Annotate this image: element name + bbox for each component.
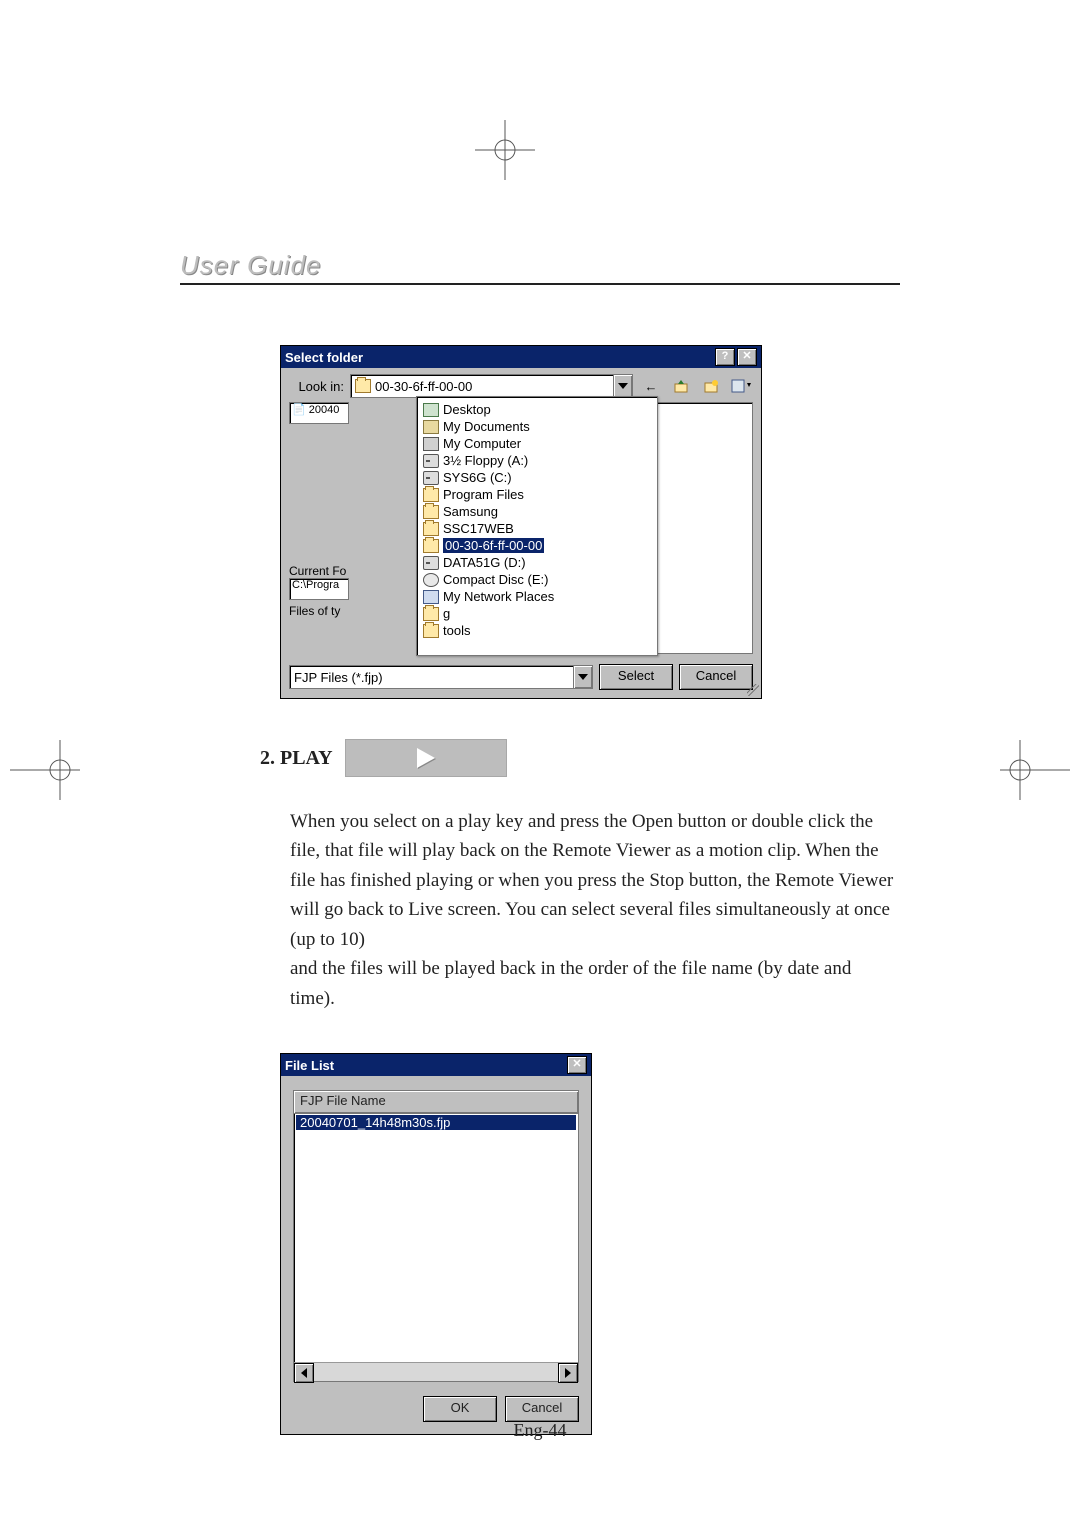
desk-icon [423, 403, 439, 417]
tree-node[interactable]: 00-30-6f-ff-00-00 [417, 537, 657, 554]
tree-node-label: 00-30-6f-ff-00-00 [443, 538, 544, 553]
file-type-value: FJP Files (*.fjp) [294, 670, 383, 685]
tree-node[interactable]: g [417, 605, 657, 622]
drive-icon [423, 454, 439, 468]
folder-icon [423, 488, 439, 502]
tree-node-label: Desktop [443, 402, 491, 417]
drive-icon [423, 556, 439, 570]
select-folder-title: Select folder [285, 350, 363, 365]
chevron-right-icon [565, 1368, 571, 1378]
close-button[interactable]: ✕ [737, 348, 757, 366]
cancel-button[interactable]: Cancel [505, 1396, 579, 1422]
tree-node-label: Program Files [443, 487, 524, 502]
folder-icon [423, 505, 439, 519]
folder-icon [355, 379, 371, 393]
chevron-down-icon [618, 383, 628, 389]
crop-mark-top [475, 120, 535, 180]
tree-node-label: g [443, 606, 450, 621]
file-list-title: File List [285, 1058, 334, 1073]
tree-node[interactable]: My Network Places [417, 588, 657, 605]
look-in-value: 00-30-6f-ff-00-00 [375, 379, 472, 394]
crop-mark-left [10, 740, 80, 800]
tree-node-label: SYS6G (C:) [443, 470, 512, 485]
folder-icon [423, 522, 439, 536]
tree-node-label: SSC17WEB [443, 521, 514, 536]
tree-node-label: Samsung [443, 504, 498, 519]
comp-icon [423, 437, 439, 451]
files-of-type-label: Files of ty [289, 604, 347, 618]
folder-icon [423, 539, 439, 553]
chevron-left-icon [301, 1368, 307, 1378]
tree-node-label: DATA51G (D:) [443, 555, 526, 570]
list-item[interactable]: 20040701_14h48m30s.fjp [296, 1115, 576, 1130]
folder-icon [423, 624, 439, 638]
tree-node[interactable]: My Documents [417, 418, 657, 435]
current-folder-label: Current Fo [289, 564, 347, 578]
cancel-button[interactable]: Cancel [679, 664, 753, 690]
tree-node[interactable]: SSC17WEB [417, 520, 657, 537]
header-rule [180, 283, 900, 285]
new-folder-icon[interactable] [699, 374, 723, 398]
file-list-column-header[interactable]: FJP File Name [294, 1091, 578, 1114]
file-list-box[interactable]: FJP File Name 20040701_14h48m30s.fjp [293, 1090, 579, 1382]
resize-grip-icon[interactable] [747, 684, 759, 696]
folder-icon [423, 607, 439, 621]
file-list-dialog: File List ✕ FJP File Name 20040701_14h48… [280, 1053, 592, 1435]
docs-icon [423, 420, 439, 434]
body-paragraph-2: and the files will be played back in the… [290, 958, 851, 1008]
ok-button[interactable]: OK [423, 1396, 497, 1422]
body-paragraph-1: When you select on a play key and press … [290, 811, 893, 950]
tree-node-label: My Network Places [443, 589, 554, 604]
net-icon [423, 590, 439, 604]
tree-node[interactable]: Compact Disc (E:) [417, 571, 657, 588]
horizontal-scrollbar[interactable] [294, 1362, 578, 1381]
tree-node[interactable]: Program Files [417, 486, 657, 503]
page-number: Eng-44 [180, 1420, 900, 1441]
cd-icon [423, 573, 439, 587]
close-button[interactable]: ✕ [567, 1056, 587, 1074]
select-button[interactable]: Select [599, 664, 673, 690]
tree-node[interactable]: SYS6G (C:) [417, 469, 657, 486]
look-in-tree-dropdown[interactable]: Desktop My Documents My Computer 3½ Floppy … [416, 396, 658, 656]
drive-icon [423, 471, 439, 485]
current-folder-field[interactable]: C:\Progra [289, 578, 349, 600]
tree-node[interactable]: Desktop [417, 401, 657, 418]
look-in-combo[interactable]: 00-30-6f-ff-00-00 [350, 374, 633, 398]
scroll-left-button[interactable] [294, 1363, 314, 1383]
section-heading: 2. PLAY [260, 747, 333, 770]
chevron-down-icon [578, 674, 588, 680]
play-icon [417, 748, 435, 768]
back-icon[interactable]: ← [639, 374, 663, 398]
up-one-level-icon[interactable] [669, 374, 693, 398]
tree-node[interactable]: My Computer [417, 435, 657, 452]
tree-node[interactable]: 3½ Floppy (A:) [417, 452, 657, 469]
tree-node[interactable]: tools [417, 622, 657, 639]
crop-mark-right [1000, 740, 1070, 800]
tree-node-label: tools [443, 623, 470, 638]
select-folder-titlebar[interactable]: Select folder ? ✕ [281, 346, 761, 368]
play-button-graphic [345, 739, 507, 777]
tree-node-label: My Computer [443, 436, 521, 451]
look-in-label: Look in: [289, 379, 344, 394]
scroll-right-button[interactable] [558, 1363, 578, 1383]
select-folder-dialog: Select folder ? ✕ Look in: 00-30-6f-ff-0… [280, 345, 762, 699]
file-type-dropdown-button[interactable] [573, 666, 592, 688]
tree-node[interactable]: DATA51G (D:) [417, 554, 657, 571]
tree-node-label: 3½ Floppy (A:) [443, 453, 528, 468]
recent-thumb[interactable]: 📄 20040 [289, 402, 349, 424]
tree-node-label: Compact Disc (E:) [443, 572, 548, 587]
page-header: User Guide [180, 250, 900, 283]
look-in-dropdown-button[interactable] [613, 375, 632, 397]
tree-node-label: My Documents [443, 419, 530, 434]
tree-node[interactable]: Samsung [417, 503, 657, 520]
help-button[interactable]: ? [715, 348, 735, 366]
file-type-combo[interactable]: FJP Files (*.fjp) [289, 665, 593, 689]
views-icon[interactable] [729, 374, 753, 398]
file-list-titlebar[interactable]: File List ✕ [281, 1054, 591, 1076]
